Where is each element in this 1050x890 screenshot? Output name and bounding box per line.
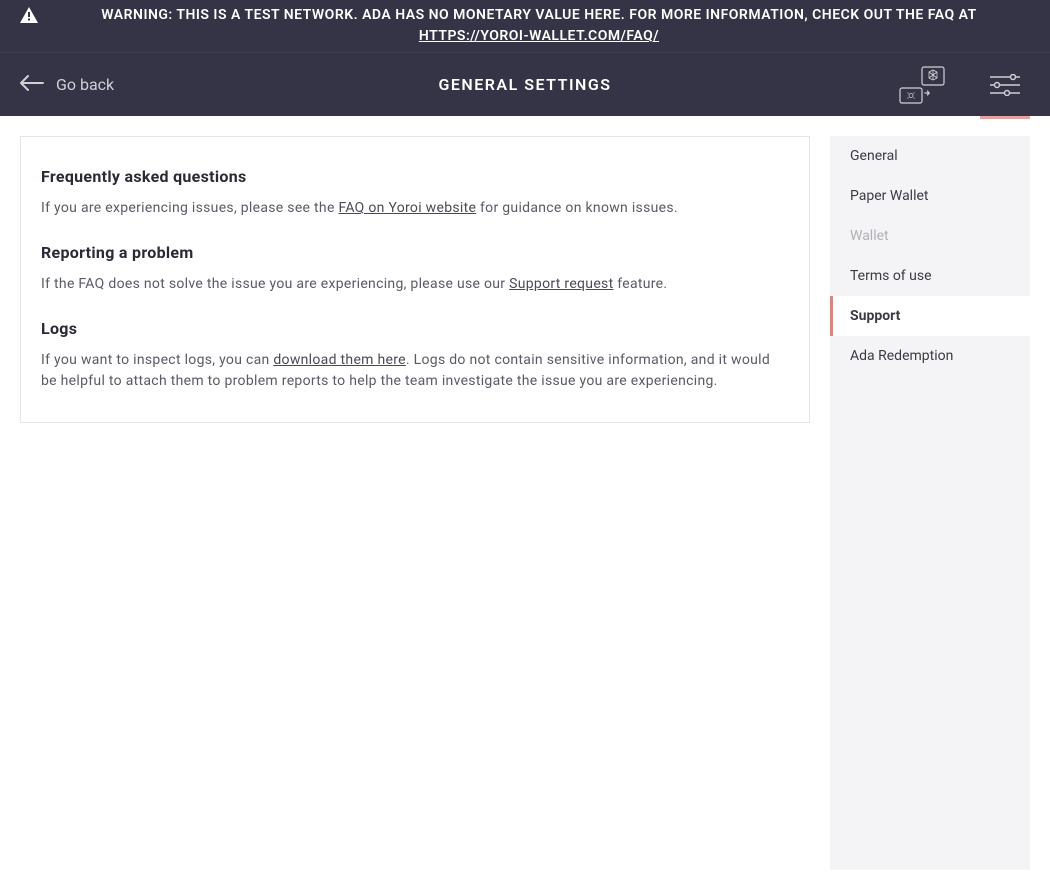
reporting-heading: Reporting a problem <box>41 243 789 262</box>
arrow-left-icon <box>20 75 44 95</box>
sidebar-item-paper-wallet[interactable]: Paper Wallet <box>830 176 1030 216</box>
warning-text: WARNING: THIS IS A TEST NETWORK. ADA HAS… <box>48 5 1030 47</box>
transfer-icon <box>899 66 945 104</box>
faq-text-after: for guidance on known issues. <box>476 200 678 216</box>
logs-text-before: If you want to inspect logs, you can <box>41 352 273 368</box>
sidebar-item-support[interactable]: Support <box>830 296 1030 336</box>
logs-heading: Logs <box>41 319 789 338</box>
settings-sidebar: General Paper Wallet Wallet Terms of use… <box>830 136 1030 870</box>
topbar-actions <box>889 53 1030 116</box>
reporting-text-after: feature. <box>613 276 667 292</box>
download-logs-link[interactable]: download them here <box>273 352 406 368</box>
main-panel: Frequently asked questions If you are ex… <box>20 136 810 423</box>
faq-text: If you are experiencing issues, please s… <box>41 198 789 219</box>
warning-faq-link[interactable]: HTTPS://YOROI-WALLET.COM/FAQ/ <box>419 28 659 44</box>
sidebar-item-terms-of-use[interactable]: Terms of use <box>830 256 1030 296</box>
warning-banner: WARNING: THIS IS A TEST NETWORK. ADA HAS… <box>0 0 1050 52</box>
warning-icon <box>20 7 38 27</box>
faq-text-before: If you are experiencing issues, please s… <box>41 200 338 216</box>
sidebar-item-ada-redemption[interactable]: Ada Redemption <box>830 336 1030 376</box>
settings-button[interactable] <box>980 53 1030 116</box>
go-back-label: Go back <box>56 75 114 94</box>
faq-link[interactable]: FAQ on Yoroi website <box>338 200 476 216</box>
page-title: GENERAL SETTINGS <box>438 75 611 94</box>
reporting-text: If the FAQ does not solve the issue you … <box>41 274 789 295</box>
support-request-link[interactable]: Support request <box>509 276 613 292</box>
go-back-button[interactable]: Go back <box>20 75 114 95</box>
sidebar-item-general[interactable]: General <box>830 136 1030 176</box>
sliders-icon <box>990 74 1020 96</box>
content-area: Frequently asked questions If you are ex… <box>0 116 1050 890</box>
logs-text: If you want to inspect logs, you can dow… <box>41 350 789 392</box>
warning-text-content: WARNING: THIS IS A TEST NETWORK. ADA HAS… <box>101 7 976 23</box>
daedalus-transfer-button[interactable] <box>889 53 955 116</box>
sidebar-item-wallet: Wallet <box>830 216 1030 256</box>
reporting-text-before: If the FAQ does not solve the issue you … <box>41 276 509 292</box>
topbar: Go back GENERAL SETTINGS <box>0 52 1050 116</box>
faq-heading: Frequently asked questions <box>41 167 789 186</box>
